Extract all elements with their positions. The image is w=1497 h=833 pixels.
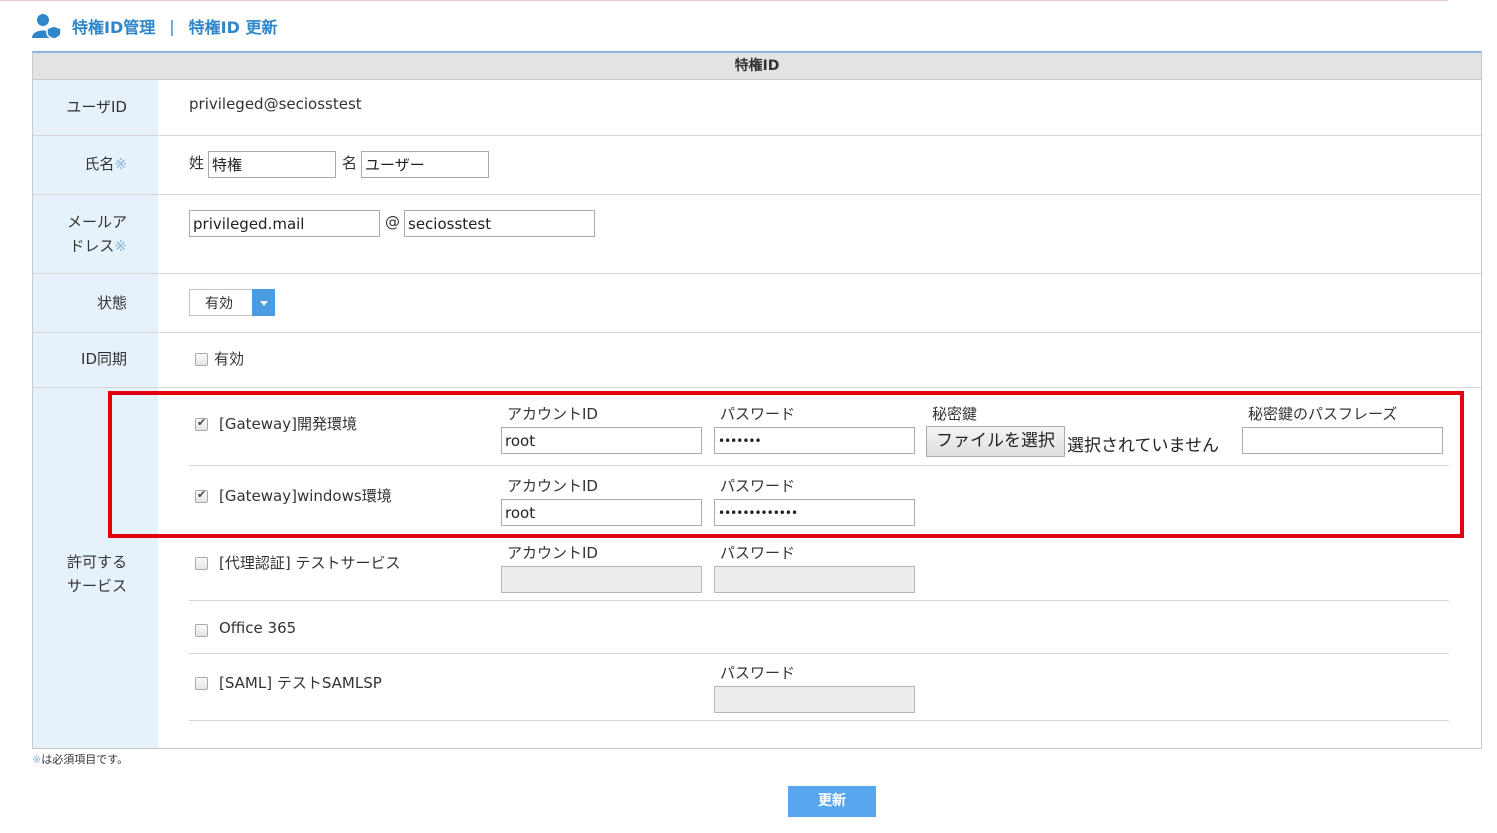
passphrase-input[interactable] xyxy=(1242,427,1443,454)
service-checkbox-gateway-dev[interactable] xyxy=(195,416,208,431)
status-row: 状態 有効 xyxy=(33,274,1481,333)
email-label: メールア ドレス※ xyxy=(66,213,127,255)
top-border-line xyxy=(0,0,1448,1)
password-label: パスワード xyxy=(720,664,796,682)
password-input[interactable] xyxy=(714,427,915,454)
email-at-sign: @ xyxy=(385,213,400,231)
account-id-input[interactable] xyxy=(501,427,702,454)
page-header: 特権ID管理 | 特権ID 更新 xyxy=(32,12,277,40)
service-divider xyxy=(189,653,1449,654)
first-name-label: 名 xyxy=(342,154,358,172)
first-name-input[interactable] xyxy=(361,151,489,178)
id-sync-checkbox-label: 有効 xyxy=(214,350,245,368)
password-label: パスワード xyxy=(720,405,796,423)
chevron-down-icon[interactable] xyxy=(252,289,275,316)
update-button[interactable]: 更新 xyxy=(788,786,876,817)
password-input-disabled xyxy=(714,686,915,713)
account-id-label: アカウントID xyxy=(507,544,598,562)
id-sync-row: ID同期 有効 xyxy=(33,333,1481,388)
password-label: パスワード xyxy=(720,544,796,562)
services-section: 許可する サービス xyxy=(33,388,158,749)
user-id-value: privileged@seciosstest xyxy=(189,95,362,113)
user-id-label: ユーザID xyxy=(66,98,127,116)
service-checkbox-gateway-windows[interactable] xyxy=(195,488,208,503)
required-mark: ※ xyxy=(114,155,127,173)
service-name-gateway-dev: [Gateway]開発環境 xyxy=(219,415,357,433)
email-local-input[interactable] xyxy=(189,210,380,237)
service-divider xyxy=(189,720,1449,721)
account-id-input-disabled xyxy=(501,566,702,593)
account-id-input[interactable] xyxy=(501,499,702,526)
form-title: 特権ID xyxy=(33,53,1481,80)
page-title: 特権ID 更新 xyxy=(188,18,278,37)
password-input[interactable] xyxy=(714,499,915,526)
last-name-label: 姓 xyxy=(189,154,205,172)
email-domain-input[interactable] xyxy=(404,210,595,237)
id-sync-checkbox[interactable] xyxy=(195,353,208,366)
status-selected-value: 有効 xyxy=(205,296,233,312)
password-label: パスワード xyxy=(720,477,796,495)
password-input-disabled xyxy=(714,566,915,593)
service-checkbox-office365[interactable] xyxy=(195,624,208,637)
services-label: 許可する サービス xyxy=(67,553,128,595)
id-sync-label: ID同期 xyxy=(81,350,127,368)
required-note: ※は必須項目です。 xyxy=(32,753,129,766)
user-shield-icon xyxy=(32,14,62,39)
service-checkbox-proxy-test[interactable] xyxy=(195,557,208,570)
privileged-id-form: 特権ID ユーザID privileged@seciosstest 氏名※ 姓 … xyxy=(32,51,1482,749)
choose-file-button[interactable]: ファイルを選択 xyxy=(926,426,1065,457)
user-id-row: ユーザID privileged@seciosstest xyxy=(33,80,1481,136)
account-id-label: アカウントID xyxy=(507,477,598,495)
name-row: 氏名※ 姓 名 xyxy=(33,136,1481,195)
status-label: 状態 xyxy=(96,294,127,312)
service-name-office365: Office 365 xyxy=(219,619,297,637)
secret-key-label: 秘密鍵 xyxy=(932,405,978,423)
name-label: 氏名※ xyxy=(84,155,127,173)
file-status-text: 選択されていません xyxy=(1067,436,1219,456)
breadcrumb-privileged-id-management[interactable]: 特権ID管理 xyxy=(72,14,155,38)
service-name-gateway-windows: [Gateway]windows環境 xyxy=(219,487,392,505)
account-id-label: アカウントID xyxy=(507,405,598,423)
last-name-input[interactable] xyxy=(208,151,336,178)
service-name-saml-test: [SAML] テストSAMLSP xyxy=(219,674,382,692)
service-name-proxy-test: [代理認証] テストサービス xyxy=(219,554,401,572)
status-select[interactable]: 有効 xyxy=(189,289,275,316)
service-divider xyxy=(189,600,1449,601)
email-row: メールアドレス※ @ xyxy=(33,195,1481,274)
service-checkbox-saml-test[interactable] xyxy=(195,677,208,690)
service-divider xyxy=(189,465,1449,466)
breadcrumb-separator: | xyxy=(169,16,175,36)
passphrase-label: 秘密鍵のパスフレーズ xyxy=(1248,405,1398,423)
